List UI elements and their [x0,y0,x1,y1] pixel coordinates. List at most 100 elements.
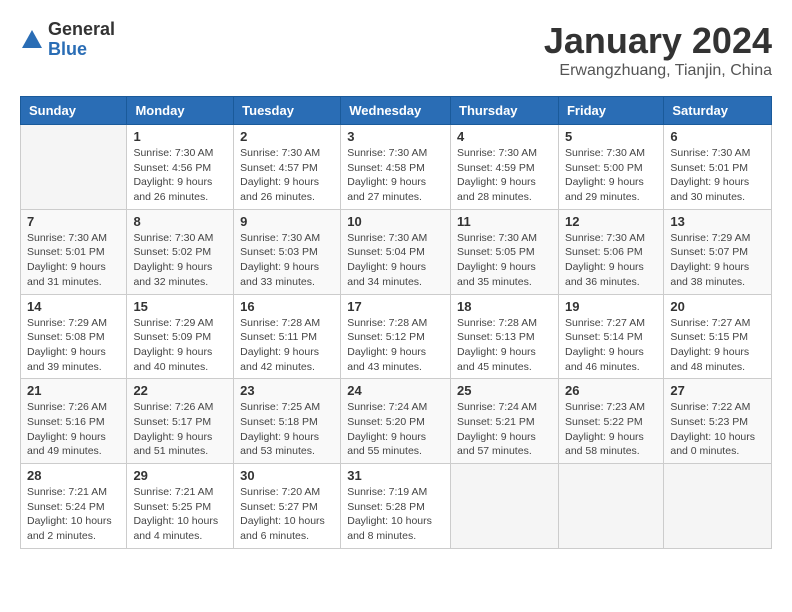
day-info: Sunrise: 7:29 AMSunset: 5:08 PMDaylight:… [27,316,120,375]
day-info: Sunrise: 7:24 AMSunset: 5:20 PMDaylight:… [347,400,444,459]
calendar-cell: 11 Sunrise: 7:30 AMSunset: 5:05 PMDayligh… [451,209,559,294]
calendar-cell [558,464,663,549]
day-info: Sunrise: 7:30 AMSunset: 5:02 PMDaylight:… [133,231,227,290]
calendar-cell: 21 Sunrise: 7:26 AMSunset: 5:16 PMDayligh… [21,379,127,464]
calendar-cell: 24 Sunrise: 7:24 AMSunset: 5:20 PMDayligh… [341,379,451,464]
day-info: Sunrise: 7:28 AMSunset: 5:11 PMDaylight:… [240,316,334,375]
header-tuesday: Tuesday [234,97,341,125]
logo: General Blue [20,20,115,60]
day-info: Sunrise: 7:30 AMSunset: 5:01 PMDaylight:… [670,146,765,205]
day-info: Sunrise: 7:30 AMSunset: 4:58 PMDaylight:… [347,146,444,205]
calendar-cell: 31Sunrise: 7:19 AMSunset: 5:28 PMDayligh… [341,464,451,549]
header-wednesday: Wednesday [341,97,451,125]
day-number: 10 [347,214,444,229]
calendar-cell: 6 Sunrise: 7:30 AMSunset: 5:01 PMDaylight… [664,125,772,210]
day-number: 15 [133,299,227,314]
day-info: Sunrise: 7:25 AMSunset: 5:18 PMDaylight:… [240,400,334,459]
calendar-cell [451,464,559,549]
calendar-cell: 27Sunrise: 7:22 AMSunset: 5:23 PMDayligh… [664,379,772,464]
day-number: 28 [27,468,120,483]
calendar-cell: 17Sunrise: 7:28 AMSunset: 5:12 PMDayligh… [341,294,451,379]
header-sunday: Sunday [21,97,127,125]
day-info: Sunrise: 7:30 AMSunset: 4:57 PMDaylight:… [240,146,334,205]
header-thursday: Thursday [451,97,559,125]
day-number: 23 [240,383,334,398]
day-number: 16 [240,299,334,314]
day-number: 13 [670,214,765,229]
calendar-cell: 23 Sunrise: 7:25 AMSunset: 5:18 PMDayligh… [234,379,341,464]
day-number: 9 [240,214,334,229]
logo-text: General Blue [48,20,115,60]
calendar-cell [664,464,772,549]
day-number: 21 [27,383,120,398]
day-info: Sunrise: 7:29 AMSunset: 5:09 PMDaylight:… [133,316,227,375]
logo-general: General [48,20,115,40]
title-block: January 2024 Erwangzhuang, Tianjin, Chin… [544,20,772,80]
day-number: 18 [457,299,552,314]
calendar-cell: 5 Sunrise: 7:30 AMSunset: 5:00 PMDaylight… [558,125,663,210]
day-number: 2 [240,129,334,144]
calendar-cell: 1 Sunrise: 7:30 AMSunset: 4:56 PMDaylight… [127,125,234,210]
header-friday: Friday [558,97,663,125]
calendar-cell: 19 Sunrise: 7:27 AMSunset: 5:14 PMDayligh… [558,294,663,379]
day-info: Sunrise: 7:26 AMSunset: 5:16 PMDaylight:… [27,400,120,459]
day-info: Sunrise: 7:30 AMSunset: 5:00 PMDaylight:… [565,146,657,205]
day-info: Sunrise: 7:30 AMSunset: 5:01 PMDaylight:… [27,231,120,290]
calendar-cell: 18 Sunrise: 7:28 AMSunset: 5:13 PMDayligh… [451,294,559,379]
header-monday: Monday [127,97,234,125]
calendar-header-row: SundayMondayTuesdayWednesdayThursdayFrid… [21,97,772,125]
day-info: Sunrise: 7:28 AMSunset: 5:13 PMDaylight:… [457,316,552,375]
day-number: 30 [240,468,334,483]
calendar-cell: 22Sunrise: 7:26 AMSunset: 5:17 PMDayligh… [127,379,234,464]
logo-blue: Blue [48,40,115,60]
calendar-cell: 29 Sunrise: 7:21 AMSunset: 5:25 PMDayligh… [127,464,234,549]
calendar-cell: 20 Sunrise: 7:27 AMSunset: 5:15 PMDayligh… [664,294,772,379]
page-header: General Blue January 2024 Erwangzhuang, … [20,20,772,80]
day-info: Sunrise: 7:21 AMSunset: 5:25 PMDaylight:… [133,485,227,544]
calendar-week-2: 7 Sunrise: 7:30 AMSunset: 5:01 PMDaylight… [21,209,772,294]
day-info: Sunrise: 7:21 AMSunset: 5:24 PMDaylight:… [27,485,120,544]
calendar-cell: 8 Sunrise: 7:30 AMSunset: 5:02 PMDaylight… [127,209,234,294]
calendar-cell: 28 Sunrise: 7:21 AMSunset: 5:24 PMDayligh… [21,464,127,549]
calendar-week-4: 21 Sunrise: 7:26 AMSunset: 5:16 PMDayligh… [21,379,772,464]
calendar-cell: 15 Sunrise: 7:29 AMSunset: 5:09 PMDayligh… [127,294,234,379]
location: Erwangzhuang, Tianjin, China [544,62,772,80]
day-number: 11 [457,214,552,229]
calendar-week-3: 14 Sunrise: 7:29 AMSunset: 5:08 PMDayligh… [21,294,772,379]
calendar-cell: 30Sunrise: 7:20 AMSunset: 5:27 PMDayligh… [234,464,341,549]
day-info: Sunrise: 7:30 AMSunset: 4:56 PMDaylight:… [133,146,227,205]
day-number: 8 [133,214,227,229]
day-number: 20 [670,299,765,314]
calendar-cell: 4Sunrise: 7:30 AMSunset: 4:59 PMDaylight… [451,125,559,210]
day-info: Sunrise: 7:30 AMSunset: 5:04 PMDaylight:… [347,231,444,290]
day-number: 14 [27,299,120,314]
calendar-cell: 14 Sunrise: 7:29 AMSunset: 5:08 PMDayligh… [21,294,127,379]
day-number: 24 [347,383,444,398]
day-info: Sunrise: 7:30 AMSunset: 4:59 PMDaylight:… [457,146,552,205]
day-info: Sunrise: 7:24 AMSunset: 5:21 PMDaylight:… [457,400,552,459]
calendar-cell: 12 Sunrise: 7:30 AMSunset: 5:06 PMDayligh… [558,209,663,294]
day-number: 5 [565,129,657,144]
day-number: 6 [670,129,765,144]
day-number: 29 [133,468,227,483]
calendar-cell: 16 Sunrise: 7:28 AMSunset: 5:11 PMDayligh… [234,294,341,379]
day-number: 7 [27,214,120,229]
day-info: Sunrise: 7:30 AMSunset: 5:06 PMDaylight:… [565,231,657,290]
day-info: Sunrise: 7:26 AMSunset: 5:17 PMDaylight:… [133,400,227,459]
day-number: 1 [133,129,227,144]
day-number: 25 [457,383,552,398]
calendar-cell: 3Sunrise: 7:30 AMSunset: 4:58 PMDaylight… [341,125,451,210]
day-info: Sunrise: 7:27 AMSunset: 5:14 PMDaylight:… [565,316,657,375]
day-number: 27 [670,383,765,398]
calendar-week-1: 1 Sunrise: 7:30 AMSunset: 4:56 PMDaylight… [21,125,772,210]
calendar-cell: 25 Sunrise: 7:24 AMSunset: 5:21 PMDayligh… [451,379,559,464]
calendar-cell [21,125,127,210]
day-number: 12 [565,214,657,229]
calendar-cell: 7 Sunrise: 7:30 AMSunset: 5:01 PMDaylight… [21,209,127,294]
calendar-cell: 10 Sunrise: 7:30 AMSunset: 5:04 PMDayligh… [341,209,451,294]
calendar-cell: 2 Sunrise: 7:30 AMSunset: 4:57 PMDaylight… [234,125,341,210]
day-info: Sunrise: 7:30 AMSunset: 5:05 PMDaylight:… [457,231,552,290]
logo-icon [20,28,44,52]
day-info: Sunrise: 7:27 AMSunset: 5:15 PMDaylight:… [670,316,765,375]
day-number: 19 [565,299,657,314]
